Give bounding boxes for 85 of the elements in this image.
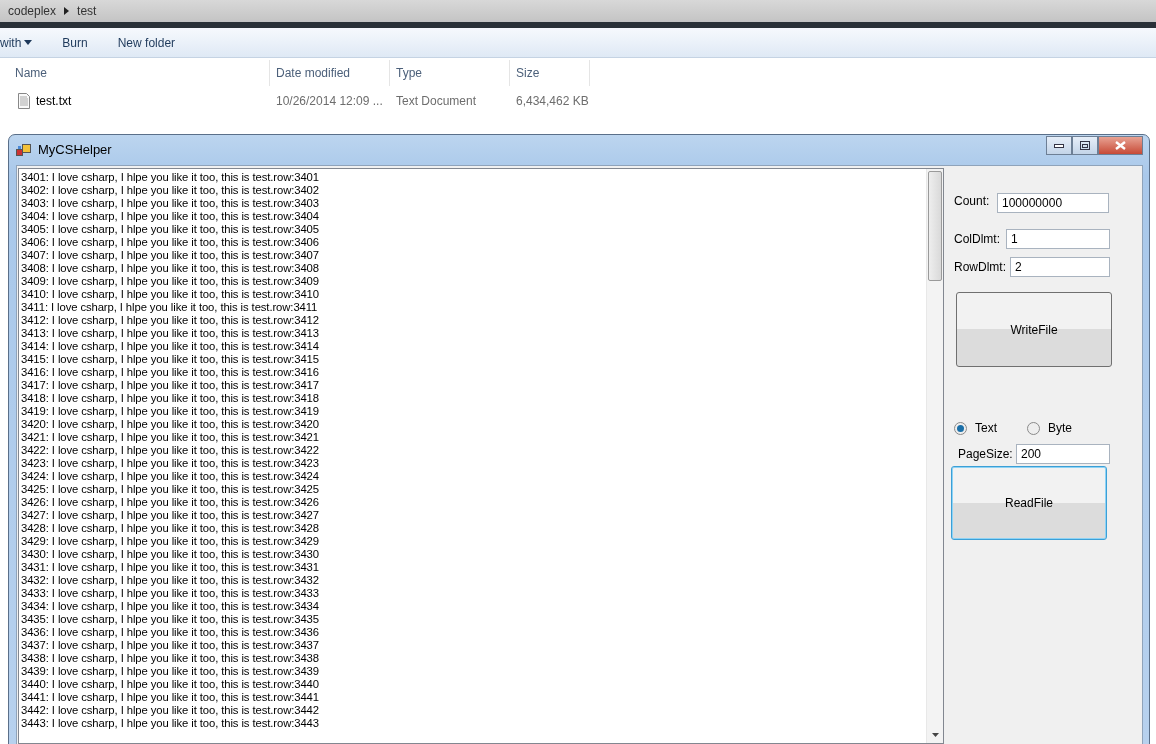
radio-option[interactable]: Byte	[1027, 419, 1072, 437]
text-line: 3405: I love csharp, I hlpe you like it too, this is test.row:3405	[21, 223, 320, 236]
text-area[interactable]	[18, 168, 944, 744]
text-line: 3407: I love csharp, I hlpe you like it too, this is test.row:3407	[21, 249, 320, 262]
radio-option[interactable]: Text	[954, 419, 1027, 437]
text-line: 3425: I love csharp, I hlpe you like it too, this is test.row:3425	[21, 483, 320, 496]
text-line: 3442: I love csharp, I hlpe you like it too, this is test.row:3442	[21, 704, 320, 717]
text-field[interactable]: 2	[1010, 257, 1110, 277]
app-icon	[16, 143, 32, 157]
text-line: 3406: I love csharp, I hlpe you like it too, this is test.row:3406	[21, 236, 320, 249]
window-title: MyCSHelper	[38, 141, 113, 160]
text-line: 3436: I love csharp, I hlpe you like it too, this is test.row:3436	[21, 626, 320, 639]
toolbar-button[interactable]: New folder	[117, 33, 176, 52]
text-line: 3439: I love csharp, I hlpe you like it too, this is test.row:3439	[21, 665, 320, 678]
text-line: 3414: I love csharp, I hlpe you like it too, this is test.row:3414	[21, 340, 320, 353]
chevron-icon[interactable]	[64, 7, 70, 15]
text-line: 3431: I love csharp, I hlpe you like it too, this is test.row:3431	[21, 561, 320, 574]
column-header[interactable]: Name	[0, 60, 270, 86]
radio-button[interactable]	[954, 421, 967, 435]
maximize-icon	[1080, 141, 1090, 150]
maximize-button[interactable]	[1072, 136, 1098, 155]
text-line: 3412: I love csharp, I hlpe you like it too, this is test.row:3412	[21, 314, 320, 327]
text-field[interactable]: 200	[1016, 444, 1110, 464]
column-header[interactable]: Size	[510, 60, 590, 86]
text-line: 3437: I love csharp, I hlpe you like it too, this is test.row:3437	[21, 639, 320, 652]
text-line: 3434: I love csharp, I hlpe you like it too, this is test.row:3434	[21, 600, 320, 613]
file-date: 10/26/2014 12:09 ...	[275, 93, 384, 110]
caret-icon	[24, 40, 33, 45]
text-line: 3428: I love csharp, I hlpe you like it too, this is test.row:3428	[21, 522, 320, 535]
file-name[interactable]: test.txt	[36, 92, 72, 110]
text-line: 3403: I love csharp, I hlpe you like it too, this is test.row:3403	[21, 197, 320, 210]
column-header[interactable]: Type	[390, 60, 510, 86]
toolbar-button[interactable]: with	[0, 33, 33, 52]
text-line: 3423: I love csharp, I hlpe you like it too, this is test.row:3423	[21, 457, 320, 470]
text-line: 3408: I love csharp, I hlpe you like it too, this is test.row:3408	[21, 262, 320, 275]
text-line: 3427: I love csharp, I hlpe you like it too, this is test.row:3427	[21, 509, 320, 522]
minimize-icon	[1054, 143, 1064, 148]
text-line: 3416: I love csharp, I hlpe you like it too, this is test.row:3416	[21, 366, 320, 379]
field-label: PageSize:	[958, 446, 1014, 463]
column-header[interactable]: Date modified	[270, 60, 390, 86]
radio-button[interactable]	[1027, 421, 1040, 435]
field-label: RowDlmt:	[954, 259, 1007, 276]
breadcrumb-item[interactable]: codeplex	[8, 2, 57, 20]
text-line: 3430: I love csharp, I hlpe you like it too, this is test.row:3430	[21, 548, 320, 561]
text-line: 3401: I love csharp, I hlpe you like it too, this is test.row:3401	[21, 171, 320, 184]
text-line: 3422: I love csharp, I hlpe you like it too, this is test.row:3422	[21, 444, 320, 457]
text-line: 3432: I love csharp, I hlpe you like it too, this is test.row:3432	[21, 574, 320, 587]
text-line: 3418: I love csharp, I hlpe you like it too, this is test.row:3418	[21, 392, 320, 405]
text-line: 3438: I love csharp, I hlpe you like it too, this is test.row:3438	[21, 652, 320, 665]
text-line: 3420: I love csharp, I hlpe you like it too, this is test.row:3420	[21, 418, 320, 431]
close-button[interactable]	[1098, 136, 1143, 155]
text-line: 3424: I love csharp, I hlpe you like it too, this is test.row:3424	[21, 470, 320, 483]
text-line: 3429: I love csharp, I hlpe you like it too, this is test.row:3429	[21, 535, 320, 548]
text-line: 3404: I love csharp, I hlpe you like it too, this is test.row:3404	[21, 210, 320, 223]
text-line: 3426: I love csharp, I hlpe you like it too, this is test.row:3426	[21, 496, 320, 509]
field-label: ColDlmt:	[954, 231, 1001, 248]
text-line: 3410: I love csharp, I hlpe you like it too, this is test.row:3410	[21, 288, 320, 301]
text-line: 3415: I love csharp, I hlpe you like it too, this is test.row:3415	[21, 353, 320, 366]
text-line: 3413: I love csharp, I hlpe you like it too, this is test.row:3413	[21, 327, 320, 340]
toolbar-button[interactable]: Burn	[62, 33, 88, 52]
scroll-thumb[interactable]	[928, 171, 942, 281]
text-line: 3443: I love csharp, I hlpe you like it too, this is test.row:3443	[21, 717, 320, 730]
text-line: 3411: I love csharp, I hlpe you like it too, this is test.row:3411	[21, 301, 319, 314]
close-icon	[1115, 141, 1126, 150]
text-line: 3435: I love csharp, I hlpe you like it too, this is test.row:3435	[21, 613, 320, 626]
text-line: 3433: I love csharp, I hlpe you like it too, this is test.row:3433	[21, 587, 320, 600]
text-line: 3402: I love csharp, I hlpe you like it too, this is test.row:3402	[21, 184, 320, 197]
breadcrumb-item[interactable]: test	[77, 2, 97, 20]
minimize-button[interactable]	[1046, 136, 1072, 155]
text-line: 3441: I love csharp, I hlpe you like it too, this is test.row:3441	[21, 691, 320, 704]
text-line: 3417: I love csharp, I hlpe you like it too, this is test.row:3417	[21, 379, 320, 392]
text-line: 3421: I love csharp, I hlpe you like it too, this is test.row:3421	[21, 431, 320, 444]
read-file-button[interactable]: ReadFile	[951, 466, 1107, 540]
scrollbar[interactable]	[926, 169, 943, 743]
text-field[interactable]: 1	[1006, 229, 1110, 249]
file-type: Text Document	[395, 93, 478, 110]
scroll-down-icon[interactable]	[931, 733, 939, 737]
text-line: 3419: I love csharp, I hlpe you like it too, this is test.row:3419	[21, 405, 320, 418]
write-file-button[interactable]: WriteFile	[956, 292, 1112, 367]
field-label: Count:	[954, 193, 991, 210]
text-field[interactable]: 100000000	[997, 193, 1109, 213]
document-icon	[18, 93, 30, 109]
text-line: 3440: I love csharp, I hlpe you like it too, this is test.row:3440	[21, 678, 320, 691]
file-size: 6,434,462 KB	[515, 93, 590, 110]
text-line: 3409: I love csharp, I hlpe you like it too, this is test.row:3409	[21, 275, 320, 288]
